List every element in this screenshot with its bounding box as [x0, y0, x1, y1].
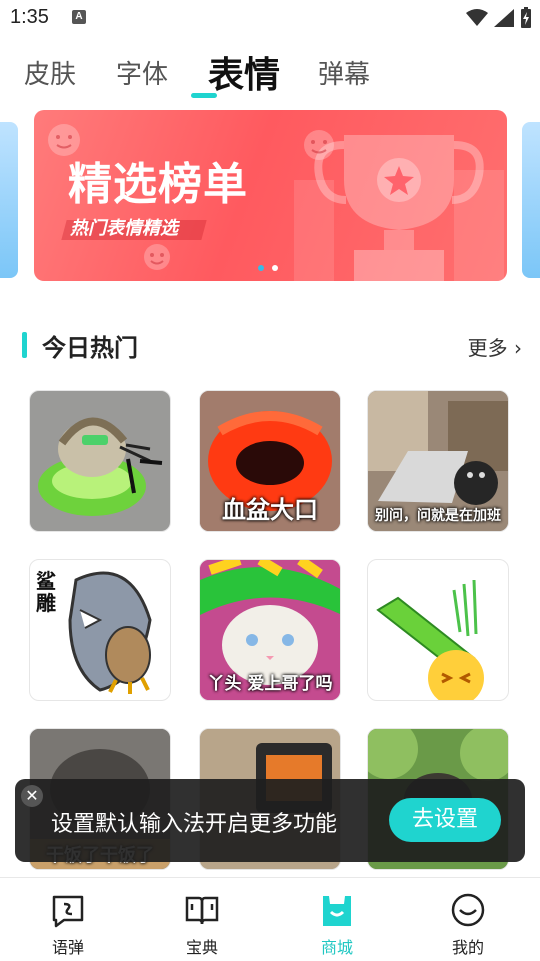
section-accent-bar [22, 332, 27, 358]
emoji-face-icon [304, 130, 334, 160]
sticker-caption: 别问，问就是在加班 [375, 508, 501, 524]
category-tabs: 皮肤 字体 表情 弹幕 [0, 44, 540, 104]
nav-item-baodian[interactable]: 宝典 [162, 892, 242, 958]
nav-item-shop[interactable]: 商城 [297, 892, 377, 958]
chat-bubble-icon [52, 895, 84, 928]
banner-prev-peek[interactable] [0, 122, 18, 278]
status-time: 1:35 [10, 6, 49, 28]
banner-subtitle: 热门表情精选 [70, 218, 178, 239]
tab-font[interactable]: 字体 [116, 54, 168, 91]
battery-emoji-sticker [376, 579, 484, 700]
tab-emoji[interactable]: 表情 [208, 46, 280, 98]
banner-next-peek[interactable] [522, 122, 540, 278]
sticker-tile[interactable] [367, 559, 509, 701]
section-title: 今日热门 [42, 334, 138, 362]
carousel-dot [258, 265, 264, 271]
more-link[interactable]: 更多 › [468, 332, 522, 361]
chevron-right-icon: › [514, 336, 522, 360]
banner-carousel[interactable]: 精选榜单 热门表情精选 [0, 110, 540, 282]
hedgehog-sticker [38, 417, 163, 516]
sticker-tile[interactable] [29, 390, 171, 532]
nav-label: 我的 [451, 938, 484, 957]
carousel-dot [272, 265, 278, 271]
go-settings-button[interactable]: 去设置 [389, 798, 501, 842]
nav-label: 语弹 [51, 938, 84, 957]
more-label: 更多 [467, 336, 508, 360]
emoji-face-icon [144, 244, 170, 270]
nav-item-yudan[interactable]: 语弹 [28, 892, 108, 958]
notification-icon: A [72, 10, 86, 24]
sticker-caption: 丫头 爱上哥了吗 [207, 674, 333, 694]
set-default-ime-toast: ✕ 设置默认输入法开启更多功能 去设置 [15, 779, 525, 862]
banner-card[interactable]: 精选榜单 热门表情精选 [34, 110, 507, 281]
tab-barrage[interactable]: 弹幕 [318, 54, 370, 91]
tab-skin[interactable]: 皮肤 [24, 54, 76, 91]
sticker-tile[interactable]: 丫头 爱上哥了吗 [199, 559, 341, 701]
nav-label: 宝典 [185, 938, 218, 957]
sticker-tile[interactable]: 鲨雕 [29, 559, 171, 701]
carousel-dots [258, 265, 278, 271]
banner-title: 精选榜单 [68, 159, 248, 210]
wifi-icon [466, 9, 488, 26]
battery-icon [521, 7, 531, 28]
section-header: 今日热门 更多 › [22, 328, 522, 364]
book-icon [185, 896, 219, 925]
close-icon[interactable]: ✕ [21, 785, 43, 807]
sticker-caption: 血盆大口 [222, 496, 318, 524]
shop-icon [323, 896, 351, 926]
tab-indicator [191, 93, 217, 98]
status-bar: 1:35 A [0, 0, 540, 36]
sticker-tile[interactable]: 血盆大口 [199, 390, 341, 532]
nav-item-mine[interactable]: 我的 [428, 892, 508, 958]
bottom-nav: 语弹 宝典 商城 我的 [0, 877, 540, 961]
signal-icon [494, 9, 514, 27]
sticker-tile[interactable]: 别问，问就是在加班 [367, 390, 509, 532]
smile-face-icon [451, 893, 485, 927]
toast-message: 设置默认输入法开启更多功能 [51, 812, 338, 837]
nav-label: 商城 [320, 938, 353, 957]
sticker-caption: 鲨雕 [36, 569, 56, 615]
status-icons [466, 7, 532, 29]
